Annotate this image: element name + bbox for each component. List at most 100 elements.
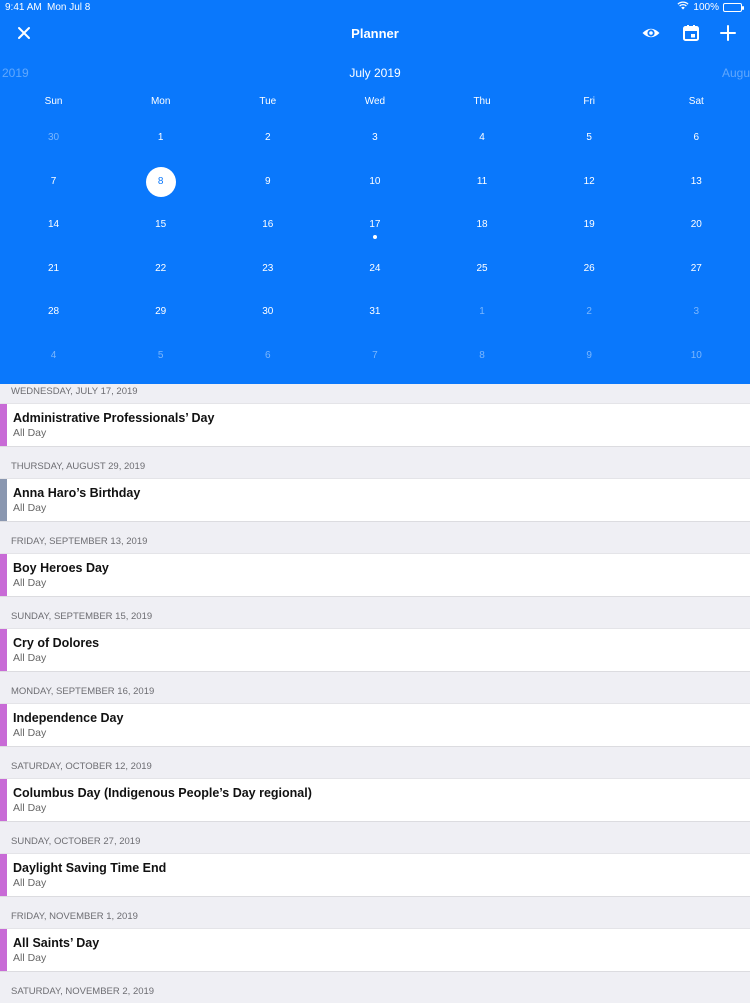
event-row[interactable]: All Saints’ Day All Day xyxy=(0,928,750,972)
calendar-day[interactable]: 5 xyxy=(536,116,643,160)
event-time: All Day xyxy=(13,577,47,589)
calendar-day[interactable]: 15 xyxy=(107,203,214,247)
calendar-day[interactable]: 27 xyxy=(643,247,750,291)
section-header-date: Saturday, October 12, 2019 xyxy=(0,759,750,778)
calendar-day[interactable]: 12 xyxy=(536,160,643,204)
calendar-day[interactable]: 3 xyxy=(643,290,750,334)
calendar-day[interactable]: 4 xyxy=(429,116,536,160)
current-month-label: July 2019 xyxy=(349,66,401,80)
calendar-day[interactable]: 22 xyxy=(107,247,214,291)
event-row[interactable]: Columbus Day (Indigenous People’s Day re… xyxy=(0,778,750,822)
event-title: All Saints’ Day xyxy=(13,936,100,950)
calendar-day[interactable]: 3 xyxy=(321,116,428,160)
section-header-date: Thursday, August 29, 2019 xyxy=(0,459,750,478)
calendar-day-selected[interactable]: 8 xyxy=(107,160,214,204)
event-row[interactable]: Cry of Dolores All Day xyxy=(0,628,750,672)
calendar-day[interactable]: 30 xyxy=(214,290,321,334)
section-header-date: Sunday, October 27, 2019 xyxy=(0,834,750,853)
calendar-day[interactable]: 7 xyxy=(321,334,428,378)
weekday-fri: Fri xyxy=(583,96,596,107)
calendar-color-bar xyxy=(0,404,7,446)
view-options-button[interactable] xyxy=(641,23,661,43)
calendar-day[interactable]: 5 xyxy=(107,334,214,378)
calendar-week: 30 1 2 3 4 5 6 xyxy=(0,116,750,160)
event-time: All Day xyxy=(13,952,47,964)
calendar-day[interactable]: 10 xyxy=(321,160,428,204)
calendar-day[interactable]: 24 xyxy=(321,247,428,291)
calendar-day[interactable]: 2 xyxy=(214,116,321,160)
calendar-day[interactable]: 18 xyxy=(429,203,536,247)
calendar-color-bar xyxy=(0,479,7,521)
calendar-day[interactable]: 31 xyxy=(321,290,428,334)
event-time: All Day xyxy=(13,502,47,514)
calendar-day[interactable]: 20 xyxy=(643,203,750,247)
calendar-day[interactable]: 1 xyxy=(107,116,214,160)
calendar-week: 28 29 30 31 1 2 3 xyxy=(0,290,750,334)
weekday-tue: Tue xyxy=(259,96,277,107)
calendar-day[interactable]: 11 xyxy=(429,160,536,204)
event-row[interactable]: Independence Day All Day xyxy=(0,703,750,747)
event-title: Daylight Saving Time End xyxy=(13,861,167,875)
calendar-week: 14 15 16 17 18 19 20 xyxy=(0,203,750,247)
event-title: Anna Haro’s Birthday xyxy=(13,486,141,500)
calendar-day[interactable]: 10 xyxy=(643,334,750,378)
today-button[interactable] xyxy=(681,23,701,43)
section-header-date: Saturday, November 2, 2019 xyxy=(0,984,750,1003)
calendar-day[interactable]: 7 xyxy=(0,160,107,204)
calendar-color-bar xyxy=(0,629,7,671)
page-title: Planner xyxy=(351,26,399,41)
section-header-date: Sunday, September 15, 2019 xyxy=(0,609,750,628)
event-title: Independence Day xyxy=(13,711,124,725)
calendar-day[interactable]: 17 xyxy=(321,203,428,247)
calendar-week: 21 22 23 24 25 26 27 xyxy=(0,247,750,291)
event-row[interactable]: Anna Haro’s Birthday All Day xyxy=(0,478,750,522)
calendar-day[interactable]: 6 xyxy=(214,334,321,378)
calendar-day[interactable]: 4 xyxy=(0,334,107,378)
event-list[interactable]: Wednesday, July 17, 2019 Administrative … xyxy=(0,384,750,1003)
calendar-day[interactable]: 9 xyxy=(536,334,643,378)
next-month-label[interactable]: Augus xyxy=(722,66,750,80)
calendar-day[interactable]: 2 xyxy=(536,290,643,334)
calendar-day[interactable]: 19 xyxy=(536,203,643,247)
weekday-sat: Sat xyxy=(688,96,704,107)
calendar-week: 7 8 9 10 11 12 13 xyxy=(0,160,750,204)
calendar-week: 4 5 6 7 8 9 10 xyxy=(0,334,750,378)
calendar-day[interactable]: 6 xyxy=(643,116,750,160)
event-time: All Day xyxy=(13,427,47,439)
calendar-color-bar xyxy=(0,704,7,746)
calendar-day[interactable]: 9 xyxy=(214,160,321,204)
event-row[interactable]: Boy Heroes Day All Day xyxy=(0,553,750,597)
calendar-day[interactable]: 26 xyxy=(536,247,643,291)
status-date: Mon Jul 8 xyxy=(47,2,91,13)
calendar-day[interactable]: 16 xyxy=(214,203,321,247)
status-bar: 9:41 AM Mon Jul 8 100% xyxy=(0,0,750,14)
weekday-header: Sun Mon Tue Wed Thu Fri Sat xyxy=(0,96,750,112)
event-time: All Day xyxy=(13,802,47,814)
section-header-date: Wednesday, July 17, 2019 xyxy=(0,384,750,403)
section-header-date: Friday, November 1, 2019 xyxy=(0,909,750,928)
section-header-date: Monday, September 16, 2019 xyxy=(0,684,750,703)
calendar-grid: 30 1 2 3 4 5 6 7 8 9 10 11 12 13 14 15 1… xyxy=(0,116,750,378)
status-time: 9:41 AM xyxy=(5,2,42,13)
calendar-day[interactable]: 8 xyxy=(429,334,536,378)
calendar-day[interactable]: 29 xyxy=(107,290,214,334)
calendar-day[interactable]: 23 xyxy=(214,247,321,291)
calendar-day[interactable]: 14 xyxy=(0,203,107,247)
calendar-color-bar xyxy=(0,854,7,896)
weekday-mon: Mon xyxy=(150,96,171,107)
section-header-date: Friday, September 13, 2019 xyxy=(0,534,750,553)
calendar-day[interactable]: 13 xyxy=(643,160,750,204)
calendar-day[interactable]: 25 xyxy=(429,247,536,291)
weekday-thu: Thu xyxy=(473,96,491,107)
event-row[interactable]: Daylight Saving Time End All Day xyxy=(0,853,750,897)
nav-bar: Planner xyxy=(0,14,750,52)
calendar-day[interactable]: 21 xyxy=(0,247,107,291)
calendar-day[interactable]: 28 xyxy=(0,290,107,334)
event-row[interactable]: Administrative Professionals’ Day All Da… xyxy=(0,403,750,447)
calendar-day[interactable]: 30 xyxy=(0,116,107,160)
calendar-day[interactable]: 1 xyxy=(429,290,536,334)
selected-day-circle: 8 xyxy=(145,166,176,197)
event-indicator-dot xyxy=(372,235,377,240)
month-header: 2019 July 2019 Augus xyxy=(0,60,750,84)
add-event-button[interactable] xyxy=(718,23,738,43)
